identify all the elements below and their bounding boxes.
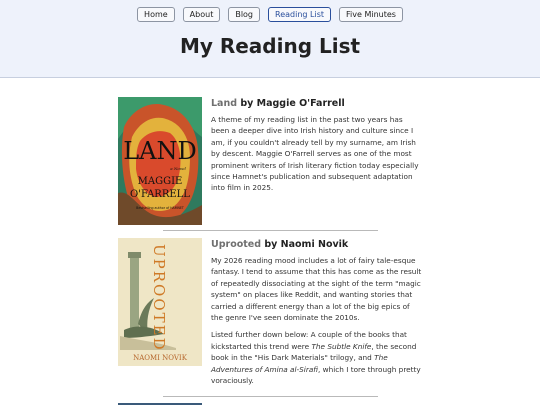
land-book-heading: Land by Maggie O'Farrell bbox=[211, 98, 423, 110]
land-book-author: by Maggie O'Farrell bbox=[237, 98, 345, 109]
land-review-text: A theme of my reading list in the past t… bbox=[211, 115, 419, 193]
section-divider-2 bbox=[163, 396, 378, 397]
land-cover-author-line2: O'FARRELL bbox=[130, 189, 190, 200]
uprooted-cover-author: NAOMI NOVIK bbox=[133, 354, 188, 362]
uprooted-review-text-2: Listed further down below: A couple of t… bbox=[211, 330, 421, 386]
land-cover-author-line1: MAGGIE bbox=[138, 176, 183, 187]
uprooted-review-text: My 2026 reading mood includes a lot of f… bbox=[211, 256, 422, 323]
land-book-info: Land by Maggie O'Farrell A theme of my r… bbox=[211, 98, 423, 194]
land-book-title: Land bbox=[211, 98, 238, 109]
land-book-cover[interactable]: LAND a Novel MAGGIE O'FARRELL Bestsellin… bbox=[118, 97, 202, 225]
uprooted-book-info: Uprooted by Naomi Novik My 2026 reading … bbox=[211, 239, 423, 386]
book-entry-uprooted: UPROOTED NAOMI NOVIK Uprooted by Naomi N… bbox=[118, 237, 421, 397]
site-header: Home About Blog Reading List Five Minute… bbox=[0, 0, 540, 78]
nav-blog-button[interactable]: Blog bbox=[228, 7, 261, 22]
nav-reading-list-button[interactable]: Reading List bbox=[268, 7, 332, 22]
nav-about-button[interactable]: About bbox=[182, 7, 221, 22]
uprooted-book-title: Uprooted bbox=[211, 239, 262, 250]
uprooted-book-author: by Naomi Novik bbox=[261, 239, 349, 250]
land-cover-subtitle: a Novel bbox=[170, 166, 186, 171]
book-entry-land: LAND a Novel MAGGIE O'FARRELL Bestsellin… bbox=[118, 97, 419, 227]
page-title: My Reading List bbox=[179, 34, 361, 58]
land-cover-tagline: Bestselling author of HAMNET bbox=[136, 206, 184, 210]
land-cover-title: LAND bbox=[123, 137, 197, 165]
top-nav: Home About Blog Reading List Five Minute… bbox=[0, 7, 540, 22]
nav-home-button[interactable]: Home bbox=[137, 7, 175, 22]
uprooted-book-heading: Uprooted by Naomi Novik bbox=[211, 239, 423, 251]
uprooted-book-cover[interactable]: UPROOTED NAOMI NOVIK bbox=[118, 238, 202, 366]
subtle-knife-title: The Subtle Knife bbox=[311, 341, 372, 351]
uprooted-cover-title: UPROOTED bbox=[150, 244, 168, 352]
section-divider bbox=[163, 230, 378, 231]
nav-five-minutes-button[interactable]: Five Minutes bbox=[339, 7, 403, 22]
